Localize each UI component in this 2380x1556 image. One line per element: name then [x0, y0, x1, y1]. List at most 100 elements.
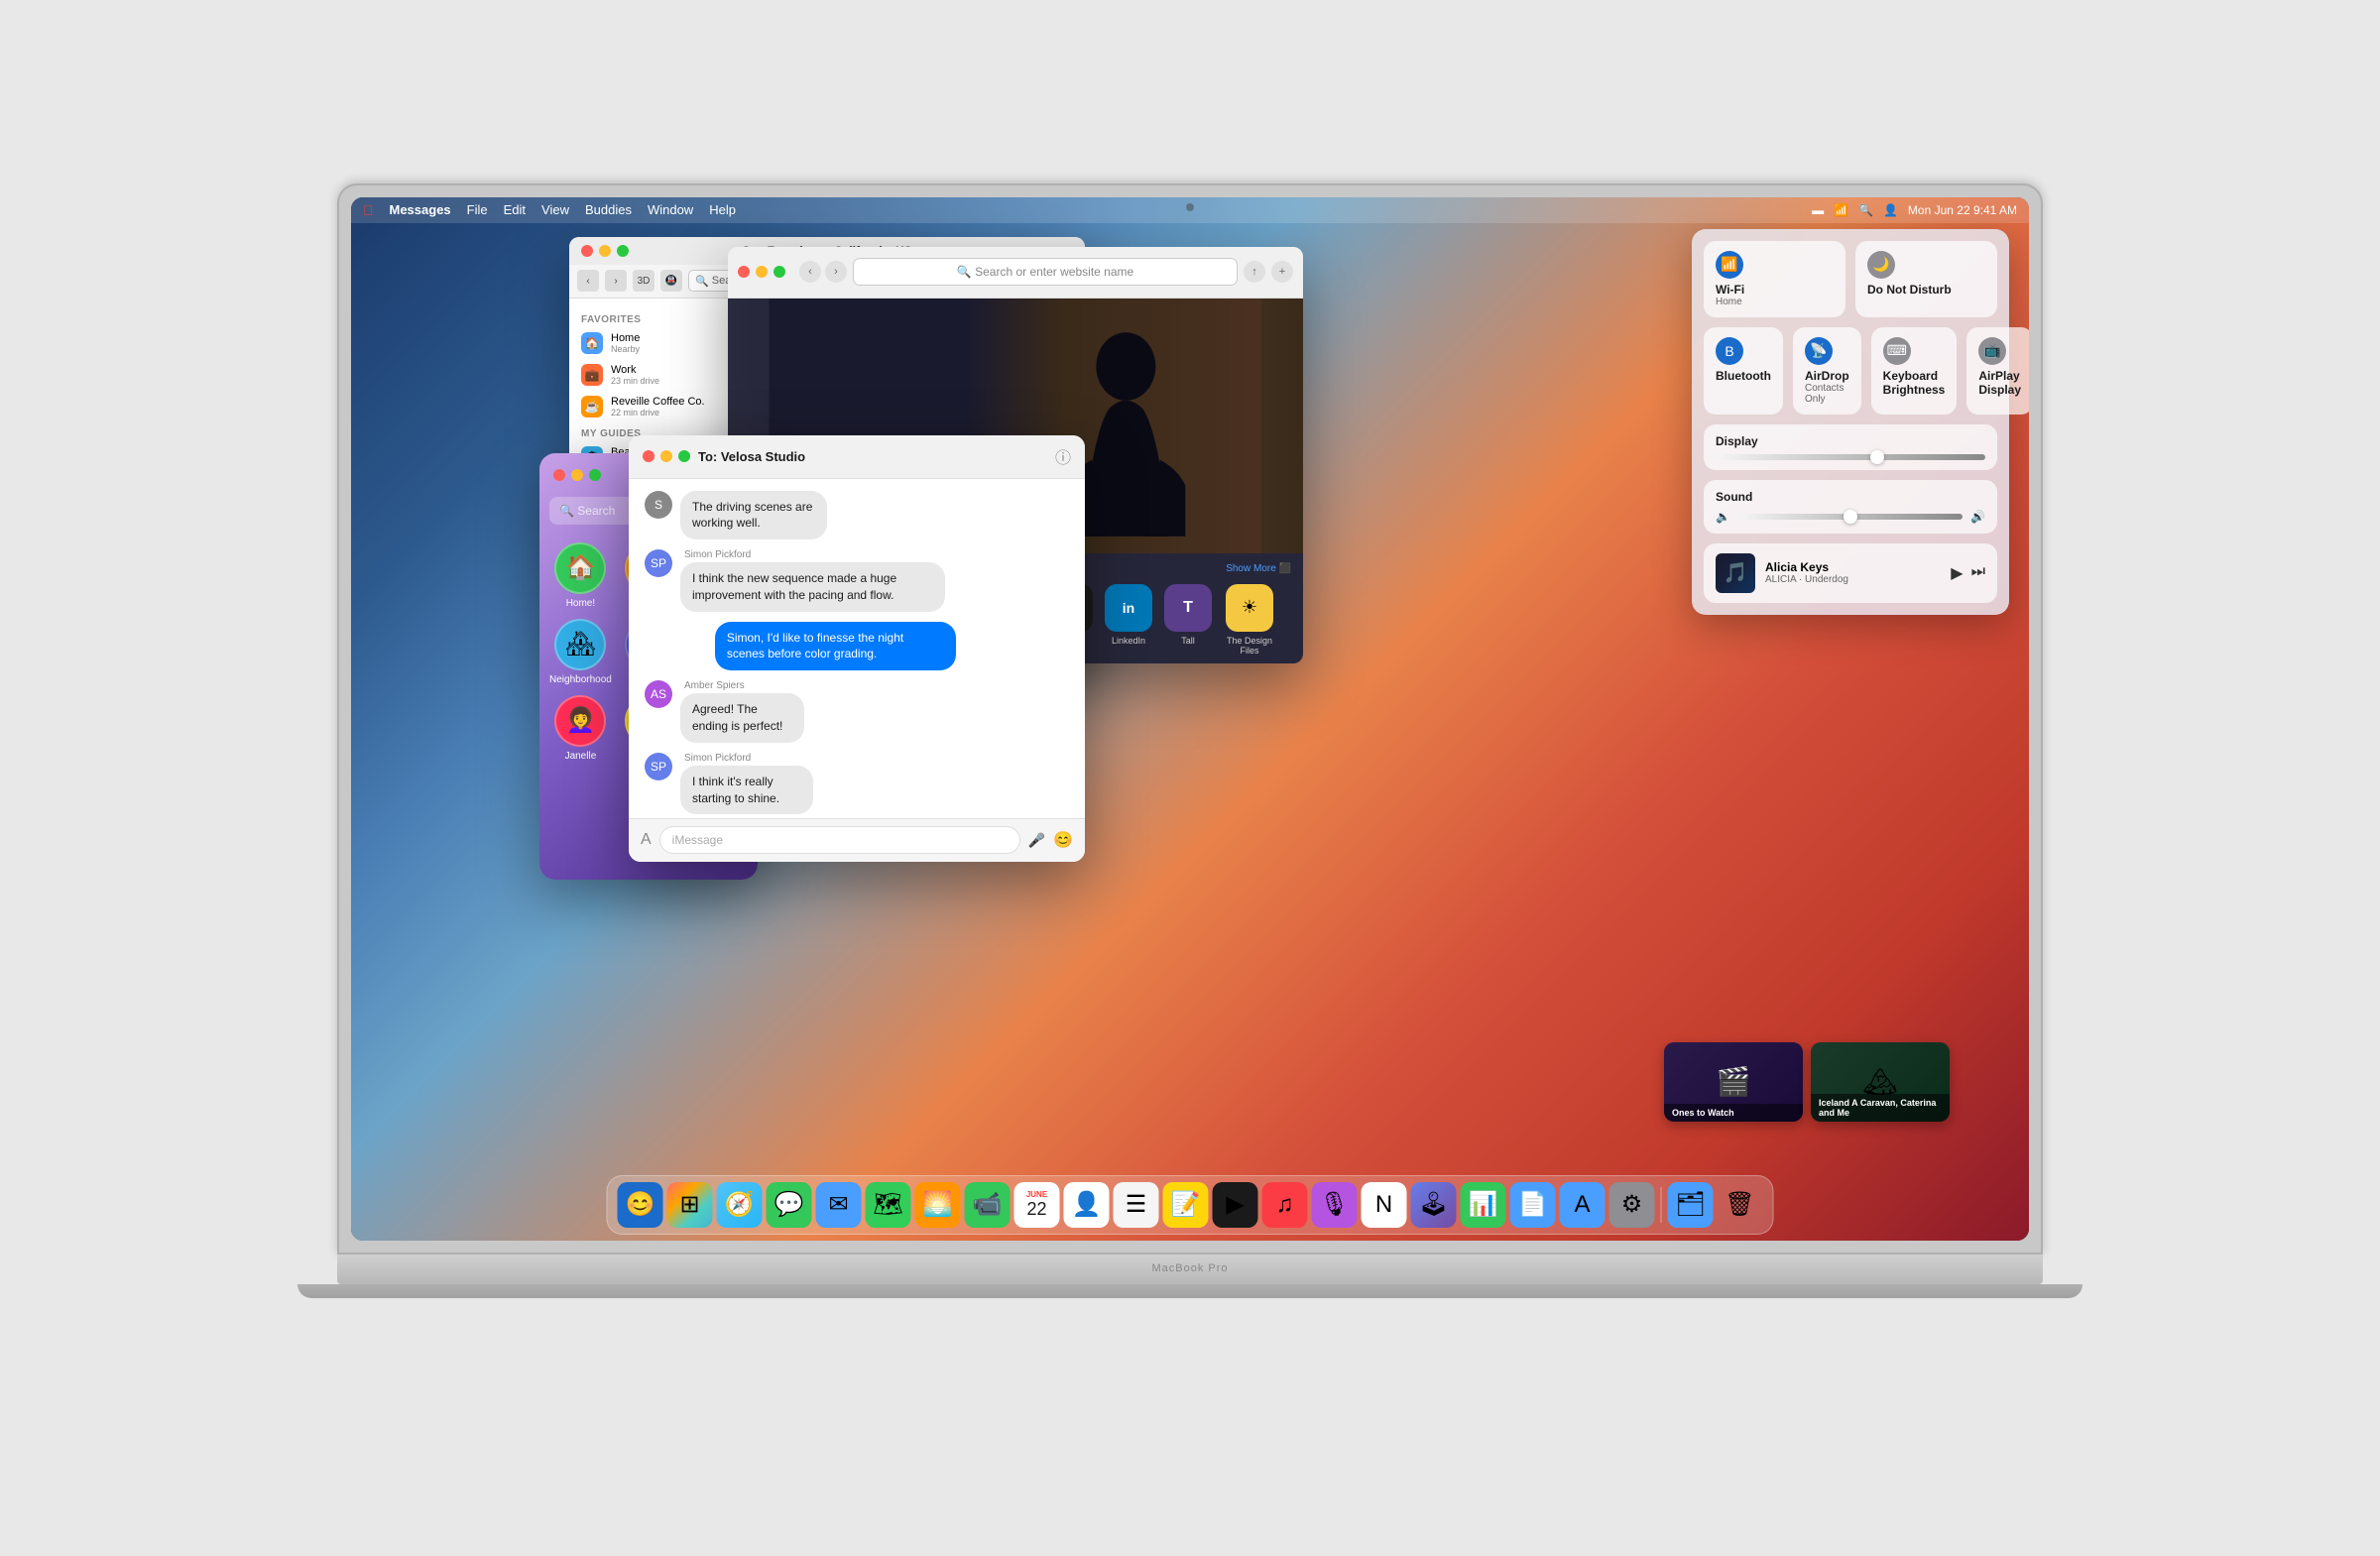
screen-bezel:  Messages File Edit View Buddies Window…	[351, 197, 2029, 1241]
dock-safari[interactable]: 🧭	[717, 1182, 763, 1228]
safari-close-btn[interactable]	[738, 266, 750, 278]
contact-home[interactable]: 🏠 Home!	[549, 542, 612, 609]
fav-tall[interactable]: T Tall	[1164, 584, 1212, 656]
cc-airdrop-tile[interactable]: 📡 AirDrop Contacts Only	[1793, 327, 1861, 415]
dock-reminders[interactable]: ☰	[1114, 1182, 1159, 1228]
fav-linkedin[interactable]: in LinkedIn	[1105, 584, 1152, 656]
dock-mail[interactable]: ✉	[816, 1182, 862, 1228]
safari-new-tab-btn[interactable]: +	[1271, 261, 1293, 283]
maps-work-sublabel: 23 min drive	[611, 376, 659, 386]
cc-row-1: 📶 Wi-Fi Home 🌙 Do Not Disturb	[1704, 241, 1997, 317]
cc-airdrop-sub: Contacts Only	[1805, 383, 1849, 405]
dock-facetime[interactable]: 📹	[965, 1182, 1011, 1228]
messages-apps-btn[interactable]: A	[641, 831, 652, 849]
dock-music[interactable]: ♫	[1262, 1182, 1308, 1228]
messages-emoji-btn[interactable]: 😊	[1053, 830, 1073, 850]
apple-menu[interactable]: 	[363, 202, 374, 218]
cc-display-slider[interactable]	[1716, 454, 1985, 460]
dock-calendar[interactable]: JUNE 22	[1014, 1182, 1060, 1228]
contact-neighborhood[interactable]: 🏘 Neighborhood	[549, 619, 612, 685]
messages-window[interactable]: To: Velosa Studio ⓘ S The driving scenes…	[629, 435, 1085, 862]
messages-input-field[interactable]: iMessage	[659, 826, 1020, 854]
messages-close-btn[interactable]	[643, 450, 654, 462]
dock-systemprefs[interactable]: ⚙	[1609, 1182, 1655, 1228]
menu-view[interactable]: View	[541, 202, 569, 217]
coffee-icon: ☕	[581, 396, 603, 418]
maps-transit-btn[interactable]: 🚇	[660, 270, 682, 292]
rec-card-1[interactable]: 🎬 Ones to Watch	[1664, 1042, 1803, 1122]
cc-keyboard-tile[interactable]: ⌨ Keyboard Brightness	[1871, 327, 1958, 415]
safari-share-btn[interactable]: ↑	[1244, 261, 1265, 283]
menu-file[interactable]: File	[467, 202, 488, 217]
search-icon-safari: 🔍	[957, 265, 972, 279]
macbook-base	[337, 1255, 2043, 1284]
dock-trash[interactable]: 🗑	[1718, 1182, 1763, 1228]
cc-airplay-tile[interactable]: 📺 AirPlay Display	[1966, 327, 2029, 415]
messages-info-btn[interactable]: ⓘ	[1055, 444, 1071, 468]
rec-card-2[interactable]: 🏔 Iceland A Caravan, Caterina and Me	[1811, 1042, 1950, 1122]
cc-album-art: 🎵	[1716, 553, 1755, 593]
dock-notes[interactable]: 📝	[1163, 1182, 1209, 1228]
menu-buddies[interactable]: Buddies	[585, 202, 632, 217]
fav-designfiles[interactable]: ☀ The Design Files	[1224, 584, 1275, 656]
show-more-btn[interactable]: Show More ⬛	[1226, 563, 1291, 574]
contacts-search-placeholder: Search	[577, 504, 615, 518]
contacts-fullscreen-btn[interactable]	[589, 469, 601, 481]
dock-appstore[interactable]: A	[1560, 1182, 1606, 1228]
dock-news[interactable]: N	[1362, 1182, 1407, 1228]
maps-3d-btn[interactable]: 3D	[633, 270, 654, 292]
cc-sound-thumb[interactable]	[1844, 510, 1857, 524]
menu-bar-right: ▬ 📶 🔍 👤 Mon Jun 22 9:41 AM	[1812, 203, 2017, 217]
safari-minimize-btn[interactable]	[756, 266, 768, 278]
safari-fullscreen-btn[interactable]	[774, 266, 785, 278]
search-icon-small: 🔍	[695, 275, 709, 288]
cc-display-thumb[interactable]	[1870, 450, 1884, 464]
dock-photos[interactable]: 🌅	[915, 1182, 961, 1228]
cc-bluetooth-tile[interactable]: B Bluetooth	[1704, 327, 1783, 415]
msg-row-1: S The driving scenes are working well.	[645, 491, 1069, 540]
menu-help[interactable]: Help	[709, 202, 736, 217]
contacts-minimize-btn[interactable]	[571, 469, 583, 481]
dock-appletv[interactable]: ▶	[1213, 1182, 1258, 1228]
cc-sound-slider[interactable]	[1738, 514, 1963, 520]
cc-now-playing: 🎵 Alicia Keys ALICIA · Underdog ▶ ⏭	[1704, 543, 1997, 603]
control-center[interactable]: 📶 Wi-Fi Home 🌙 Do Not Disturb	[1692, 229, 2009, 615]
messages-minimize-btn[interactable]	[660, 450, 672, 462]
app-menu-messages[interactable]: Messages	[390, 202, 451, 217]
rec-cards: 🎬 Ones to Watch 🏔 Iceland A Caravan, Cat…	[1664, 1042, 1950, 1122]
dock-maps[interactable]: 🗺	[866, 1182, 911, 1228]
msg-bubble-1: The driving scenes are working well.	[680, 491, 827, 540]
dock-finder[interactable]: 😊	[618, 1182, 663, 1228]
search-icon[interactable]: 🔍	[1858, 203, 1873, 217]
close-button[interactable]	[581, 245, 593, 257]
menu-edit[interactable]: Edit	[504, 202, 526, 217]
contact-janelle[interactable]: 👩‍🦱 Janelle	[549, 695, 612, 773]
dock-arcade[interactable]: 🕹	[1411, 1182, 1457, 1228]
dock-pages[interactable]: 📄	[1510, 1182, 1556, 1228]
dock-numbers[interactable]: 📊	[1461, 1182, 1506, 1228]
dock-messages[interactable]: 💬	[767, 1182, 812, 1228]
messages-audio-btn[interactable]: 🎤	[1028, 832, 1045, 849]
safari-back-btn[interactable]: ‹	[799, 261, 821, 283]
dnd-circle-icon: 🌙	[1867, 251, 1895, 279]
contacts-close-btn[interactable]	[553, 469, 565, 481]
menu-window[interactable]: Window	[648, 202, 693, 217]
battery-icon: ▬	[1812, 203, 1824, 217]
dock-contacts[interactable]: 👤	[1064, 1182, 1110, 1228]
maps-back-btn[interactable]: ‹	[577, 270, 599, 292]
fullscreen-button[interactable]	[617, 245, 629, 257]
safari-address-bar[interactable]: 🔍 Search or enter website name	[853, 258, 1238, 286]
dock-launchpad[interactable]: ⊞	[667, 1182, 713, 1228]
safari-forward-btn[interactable]: ›	[825, 261, 847, 283]
messages-input-placeholder: iMessage	[672, 833, 723, 847]
cc-next-btn[interactable]: ⏭	[1971, 563, 1985, 583]
maps-forward-btn[interactable]: ›	[605, 270, 627, 292]
cc-wifi-tile[interactable]: 📶 Wi-Fi Home	[1704, 241, 1845, 317]
cc-play-btn[interactable]: ▶	[1951, 563, 1963, 583]
cc-dnd-tile[interactable]: 🌙 Do Not Disturb	[1855, 241, 1997, 317]
minimize-button[interactable]	[599, 245, 611, 257]
wifi-circle-icon: 📶	[1716, 251, 1743, 279]
dock-podcasts[interactable]: 🎙	[1312, 1182, 1358, 1228]
messages-fullscreen-btn[interactable]	[678, 450, 690, 462]
dock-files[interactable]: 🗂	[1668, 1182, 1714, 1228]
